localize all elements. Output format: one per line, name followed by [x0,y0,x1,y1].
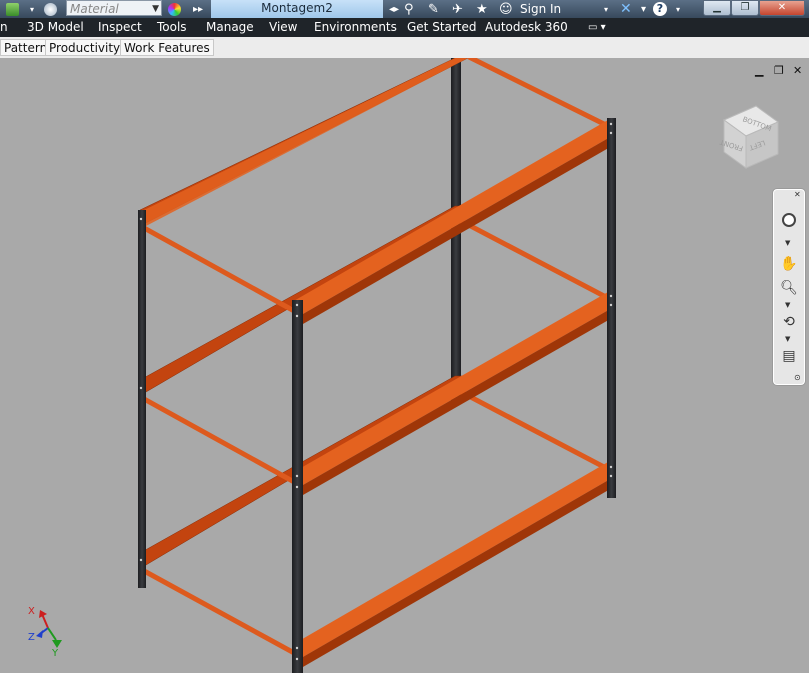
look-at-icon[interactable]: ▤ [780,347,798,365]
chevron-down-icon[interactable]: ▾ [604,0,608,18]
chevron-down-icon[interactable]: ▼ [785,239,790,247]
axis-y-label: Y [51,648,59,658]
axis-z-label: Z [28,632,35,643]
zoom-icon[interactable]: 🔍︎ [780,279,798,297]
tab-productivity[interactable]: Productivity [45,39,125,56]
pan-icon[interactable]: ✋ [780,255,798,273]
document-title: Montagem2 [261,1,333,15]
navbar-options-icon[interactable]: ⊙ [794,373,801,382]
tab-tools[interactable]: Tools [157,18,187,37]
tab-pattern[interactable]: Pattern [0,39,52,56]
sign-in-link[interactable]: Sign In [520,0,561,18]
navbar-close-icon[interactable]: ✕ [794,190,801,199]
user-icon[interactable]: ☺ [499,0,513,18]
tab-environments[interactable]: Environments [314,18,397,37]
ribbon-tab-bar: n 3D Model Inspect Tools Manage View Env… [0,18,809,37]
viewcube[interactable]: BOTTOM FRONT LEFT [716,100,788,176]
chevron-down-icon[interactable]: ▾ [30,0,34,18]
help-icon[interactable]: ? [653,0,667,18]
tab-3d-model[interactable]: 3D Model [27,18,84,37]
tab-manage[interactable]: Manage [206,18,254,37]
chevron-down-icon: ▼ [152,4,159,14]
satellite-icon[interactable]: ✈ [452,0,463,18]
binoculars-icon[interactable]: ⚲ [404,0,414,18]
tab-view[interactable]: View [269,18,297,37]
axis-triad: X Z Y [28,606,62,658]
axis-x-label: X [28,606,35,617]
overflow-icon[interactable]: ▸▸ [193,0,203,18]
rack-model[interactable] [0,58,809,673]
restore-icon[interactable]: ❐ [731,0,759,16]
star-icon[interactable]: ★ [476,0,488,18]
tab-inspect[interactable]: Inspect [98,18,142,37]
bolts [139,122,613,661]
orbit-icon[interactable]: ⟲ [780,313,798,331]
color-override-icon[interactable] [168,0,181,18]
tab-autodesk-360[interactable]: Autodesk 360 [485,18,568,37]
app-menu-icon[interactable] [6,0,19,18]
panel-tabs: Pattern Productivity Work Features [0,37,809,59]
nav-left-icon[interactable]: ◂▸ [389,0,399,18]
chevron-down-icon[interactable]: ▼ [785,301,790,309]
sign-in-label: Sign In [520,2,562,16]
title-bar: ▾ Material ▼ ▸▸ Montagem2 ◂▸ ⚲ ✎ ✈ ★ ☺ S… [0,0,809,18]
separator-icon: ▾ [641,3,647,15]
chevron-down-icon[interactable]: ▼ [785,335,790,343]
material-dropdown[interactable]: Material ▼ [66,0,162,16]
tab-get-started[interactable]: Get Started [407,18,477,37]
uprights-front [138,118,616,673]
navigation-bar: ✕ ▼ ✋ 🔍︎ ▼ ⟲ ▼ ▤ ⊙ [772,188,806,386]
close-icon[interactable]: ✕ [759,0,805,16]
tab-assemble[interactable]: n [0,18,8,37]
front-beams [140,58,612,671]
material-placeholder: Material [70,2,119,16]
minimize-icon[interactable]: ▁ [703,0,731,16]
chevron-down-icon[interactable]: ▾ [676,0,680,18]
wrench-icon[interactable]: ✎ [428,0,439,18]
exchange-icon[interactable]: ✕ [620,0,632,18]
appearance-icon[interactable] [44,0,57,18]
steering-wheel-icon[interactable] [780,211,798,229]
tab-work-features[interactable]: Work Features [120,39,214,56]
ribbon-toggle-icon[interactable]: ▭ ▾ [588,18,606,37]
document-tab[interactable]: Montagem2 [211,0,383,18]
